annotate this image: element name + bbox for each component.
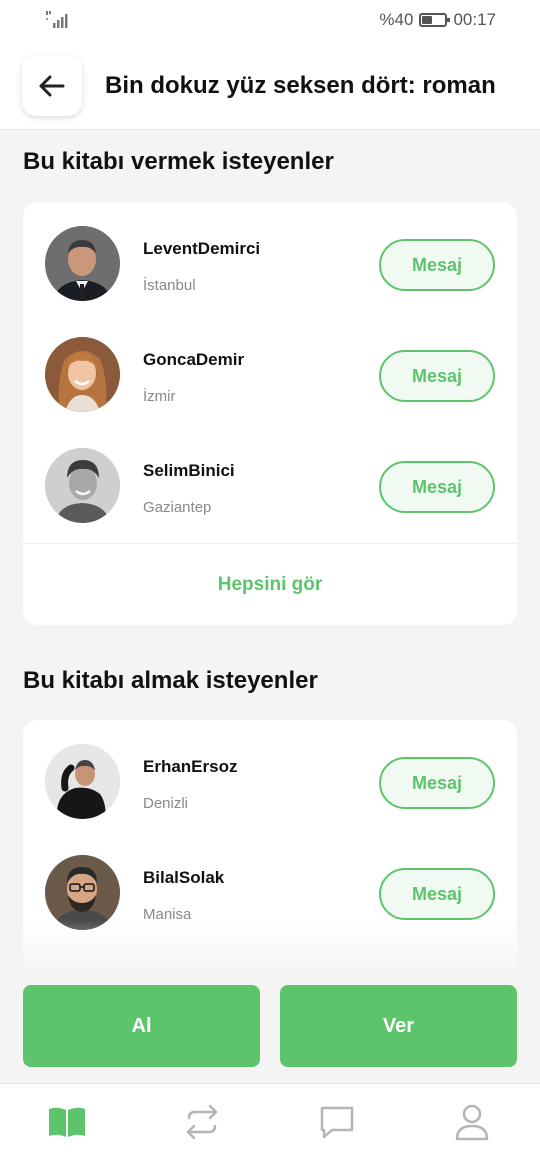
- profile-icon: [455, 1104, 489, 1141]
- battery-icon: [419, 13, 451, 27]
- list-item: SelimBinici Gaziantep Mesaj: [23, 424, 517, 535]
- chat-icon: [320, 1106, 354, 1139]
- give-button[interactable]: Ver: [280, 985, 517, 1067]
- message-button[interactable]: Mesaj: [379, 868, 495, 920]
- message-button[interactable]: Mesaj: [379, 350, 495, 402]
- page-title: Bin dokuz yüz seksen dört: roman: [105, 72, 496, 99]
- bottom-tab-bar: [0, 1083, 540, 1156]
- exchange-icon: [186, 1104, 218, 1140]
- avatar: [45, 855, 120, 930]
- user-name: LeventDemirci: [143, 239, 261, 258]
- user-name: BilalSolak: [143, 868, 225, 887]
- signal-icon: [46, 11, 68, 28]
- message-button[interactable]: Mesaj: [379, 757, 495, 809]
- header: Bin dokuz yüz seksen dört: roman: [0, 40, 540, 130]
- take-button[interactable]: Al: [23, 985, 260, 1067]
- take-section-title: Bu kitabı almak isteyenler: [23, 667, 318, 694]
- list-item: LeventDemirci İstanbul Mesaj: [23, 202, 517, 313]
- user-name: ErhanErsoz: [143, 757, 238, 776]
- message-button[interactable]: Mesaj: [379, 239, 495, 291]
- arrow-left-icon: [39, 75, 65, 97]
- action-bar: Al Ver: [0, 970, 540, 1083]
- status-bar: %40 00:17: [0, 0, 540, 40]
- back-button[interactable]: [22, 56, 82, 116]
- user-city: Denizli: [143, 795, 189, 812]
- user-name: GoncaDemir: [143, 350, 245, 369]
- see-all-link[interactable]: Hepsini gör: [23, 543, 517, 625]
- list-item: ErhanErsoz Denizli Mesaj: [23, 720, 517, 831]
- user-name: SelimBinici: [143, 461, 235, 480]
- tab-profile[interactable]: [452, 1102, 492, 1142]
- tab-exchange[interactable]: [182, 1102, 222, 1142]
- user-city: İstanbul: [143, 277, 196, 294]
- tab-books[interactable]: [47, 1102, 87, 1142]
- give-section-title: Bu kitabı vermek isteyenler: [23, 148, 334, 175]
- battery-percent: %40: [379, 10, 414, 29]
- tab-messages[interactable]: [317, 1102, 357, 1142]
- give-users-card: LeventDemirci İstanbul Mesaj GoncaDemir …: [23, 202, 517, 625]
- user-city: İzmir: [143, 388, 176, 405]
- avatar: [45, 448, 120, 523]
- list-item: GoncaDemir İzmir Mesaj: [23, 313, 517, 424]
- clock: 00:17: [453, 10, 496, 29]
- message-button[interactable]: Mesaj: [379, 461, 495, 513]
- avatar: [45, 337, 120, 412]
- avatar: [45, 744, 120, 819]
- book-icon: [49, 1107, 85, 1137]
- avatar: [45, 226, 120, 301]
- user-city: Gaziantep: [143, 499, 212, 516]
